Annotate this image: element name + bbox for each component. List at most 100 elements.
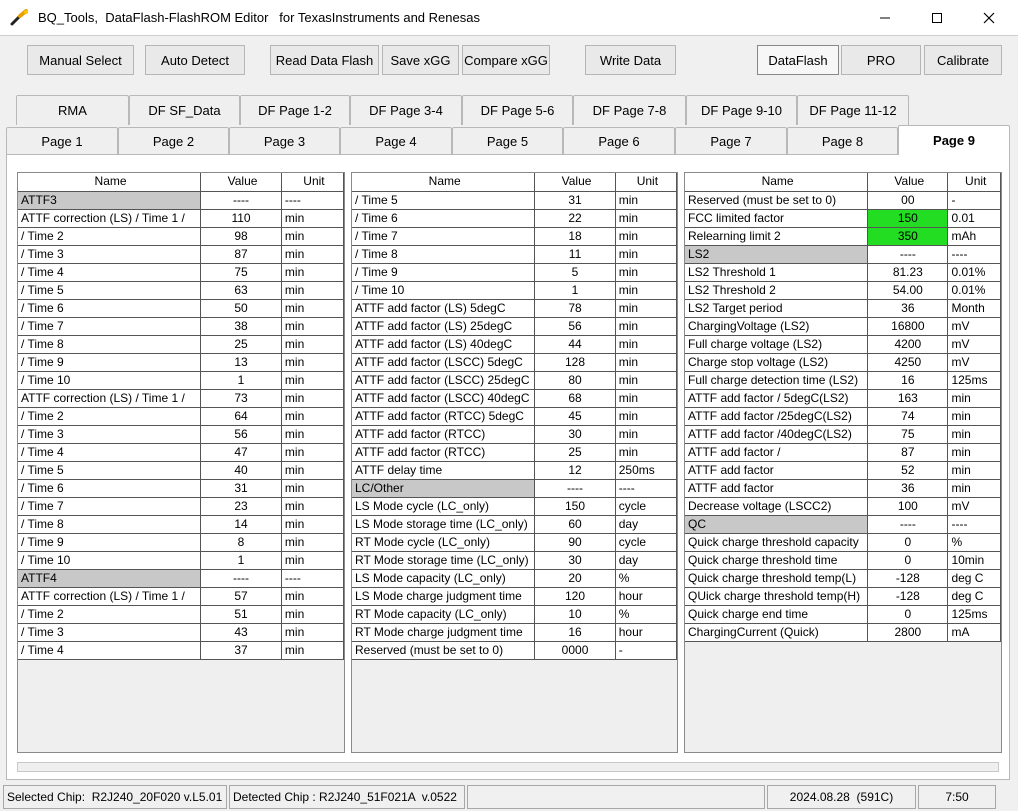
param-value-cell[interactable]: 37 [200,641,282,660]
param-value-cell[interactable]: 0 [867,605,949,624]
table-row[interactable]: Full charge voltage (LS2) 4200 mV [685,335,1001,354]
table-row[interactable]: / Time 6 31 min [18,479,344,498]
table-row[interactable]: / Time 5 40 min [18,461,344,480]
param-value-cell[interactable]: 54.00 [867,281,949,300]
tab-page-5[interactable]: Page 5 [452,127,563,155]
table-row[interactable]: / Time 4 37 min [18,641,344,660]
param-value-cell[interactable]: 51 [200,605,282,624]
param-value-cell[interactable]: 110 [200,209,282,228]
compare-xgg-button[interactable]: Compare xGG [462,45,550,75]
table-row[interactable]: FCC limited factor 150 0.01 [685,209,1001,228]
param-value-cell[interactable]: 44 [534,335,616,354]
param-value-cell[interactable]: 12 [534,461,616,480]
param-value-cell[interactable]: 22 [534,209,616,228]
table-row[interactable]: / Time 9 13 min [18,353,344,372]
tab-page-4[interactable]: Page 4 [340,127,452,155]
param-value-cell[interactable]: 16 [534,623,616,642]
table-row[interactable]: LS2 Threshold 2 54.00 0.01% [685,281,1001,300]
table-row[interactable]: Reserved (must be set to 0) 00- [685,191,1001,210]
param-value-cell[interactable]: ---- [867,515,949,534]
section-row[interactable]: LC/Other ---- ---- [352,479,677,498]
write-data-button[interactable]: Write Data [585,45,676,75]
table-row[interactable]: ATTF add factor (RTCC) 25 min [352,443,677,462]
table-row[interactable]: QUick charge threshold temp(H) -128 deg C [685,587,1001,606]
param-value-cell[interactable]: 45 [534,407,616,426]
param-value-cell[interactable]: 87 [867,443,949,462]
table-row[interactable]: ATTF add factor (LSCC) 5degC 128 min [352,353,677,372]
table-row[interactable]: ATTF add factor /25degC(LS2) 74 min [685,407,1001,426]
param-value-cell[interactable]: 0 [867,533,949,552]
manual-select-button[interactable]: Manual Select [27,45,134,75]
param-value-cell[interactable]: 10 [534,605,616,624]
tab-page-1[interactable]: Page 1 [6,127,118,155]
table-row[interactable]: ATTF add factor (LS) 25degC 56 min [352,317,677,336]
param-value-cell[interactable]: 163 [867,389,949,408]
table-row[interactable]: LS2 Threshold 1 81.23 0.01% [685,263,1001,282]
table-row[interactable]: / Time 3 56 min [18,425,344,444]
tab-page-8[interactable]: Page 8 [787,127,898,155]
param-value-cell[interactable]: 0 [867,551,949,570]
param-value-cell[interactable]: 87 [200,245,282,264]
param-value-cell[interactable]: 56 [200,425,282,444]
table-row[interactable]: RT Mode capacity (LC_only) 10% [352,605,677,624]
tab-page-9[interactable]: Page 9 [898,125,1010,155]
table-row[interactable]: / Time 6 50 min [18,299,344,318]
table-row[interactable]: / Time 7 23 min [18,497,344,516]
param-value-cell[interactable]: 50 [200,299,282,318]
table-row[interactable]: / Time 2 51 min [18,605,344,624]
table-row[interactable]: / Time 3 87 min [18,245,344,264]
tab-df-page-1-2[interactable]: DF Page 1-2 [240,95,350,125]
param-value-cell[interactable]: 16800 [867,317,949,336]
param-value-cell[interactable]: 75 [867,425,949,444]
table-row[interactable]: ATTF add factor / 5degC(LS2) 163 min [685,389,1001,408]
maximize-button[interactable] [914,0,960,35]
tab-page-6[interactable]: Page 6 [563,127,675,155]
table-row[interactable]: Quick charge threshold temp(L) -128 deg C [685,569,1001,588]
table-row[interactable]: ATTF add factor 52 min [685,461,1001,480]
param-value-cell[interactable]: 18 [534,227,616,246]
minimize-button[interactable] [862,0,908,35]
param-value-cell[interactable]: 25 [200,335,282,354]
param-value-cell[interactable]: -128 [867,569,949,588]
param-value-cell[interactable]: 1 [200,551,282,570]
table-row[interactable]: ATTF add factor /40degC(LS2) 75 min [685,425,1001,444]
param-value-cell[interactable]: 68 [534,389,616,408]
param-value-cell[interactable]: 16 [867,371,949,390]
param-value-cell[interactable]: 13 [200,353,282,372]
param-value-cell[interactable]: 52 [867,461,949,480]
tab-df-page-5-6[interactable]: DF Page 5-6 [462,95,573,125]
table-row[interactable]: ATTF delay time 12 250ms [352,461,677,480]
table-row[interactable]: / Time 5 63 min [18,281,344,300]
section-row[interactable]: QC ---- ---- [685,515,1001,534]
table-row[interactable]: Quick charge threshold time 0 10min [685,551,1001,570]
table-row[interactable]: / Time 3 43 min [18,623,344,642]
auto-detect-button[interactable]: Auto Detect [145,45,245,75]
table-row[interactable]: RT Mode storage time (LC_only) 30 day [352,551,677,570]
table-row[interactable]: ATTF correction (LS) / Time 1 /73 min [18,389,344,408]
table-row[interactable]: ATTF add factor 36 min [685,479,1001,498]
tab-df-page-7-8[interactable]: DF Page 7-8 [573,95,686,125]
table-row[interactable]: Quick charge threshold capacity 0% [685,533,1001,552]
param-value-cell[interactable]: 1 [200,371,282,390]
param-value-cell[interactable]: 8 [200,533,282,552]
section-row[interactable]: LS2 ---- ---- [685,245,1001,264]
param-value-cell[interactable]: 0000 [534,641,616,660]
save-xgg-button[interactable]: Save xGG [382,45,459,75]
tab-page-3[interactable]: Page 3 [229,127,340,155]
param-value-cell[interactable]: 36 [867,299,949,318]
table-row[interactable]: / Time 2 64 min [18,407,344,426]
tab-page-2[interactable]: Page 2 [118,127,229,155]
param-value-cell[interactable]: 350 [867,227,949,246]
param-value-cell[interactable]: 23 [200,497,282,516]
table-row[interactable]: ChargingVoltage (LS2) 16800 mV [685,317,1001,336]
param-value-cell[interactable]: 11 [534,245,616,264]
table-row[interactable]: LS Mode capacity (LC_only) 20% [352,569,677,588]
horizontal-scrollbar[interactable] [17,762,999,772]
tab-df-sf-data[interactable]: DF SF_Data [129,95,240,125]
param-value-cell[interactable]: 30 [534,551,616,570]
param-value-cell[interactable]: 2800 [867,623,949,642]
table-row[interactable]: ChargingCurrent (Quick) 2800 mA [685,623,1001,642]
param-value-cell[interactable]: 128 [534,353,616,372]
section-row[interactable]: ATTF3 ---- ---- [18,191,344,210]
param-value-cell[interactable]: 31 [200,479,282,498]
